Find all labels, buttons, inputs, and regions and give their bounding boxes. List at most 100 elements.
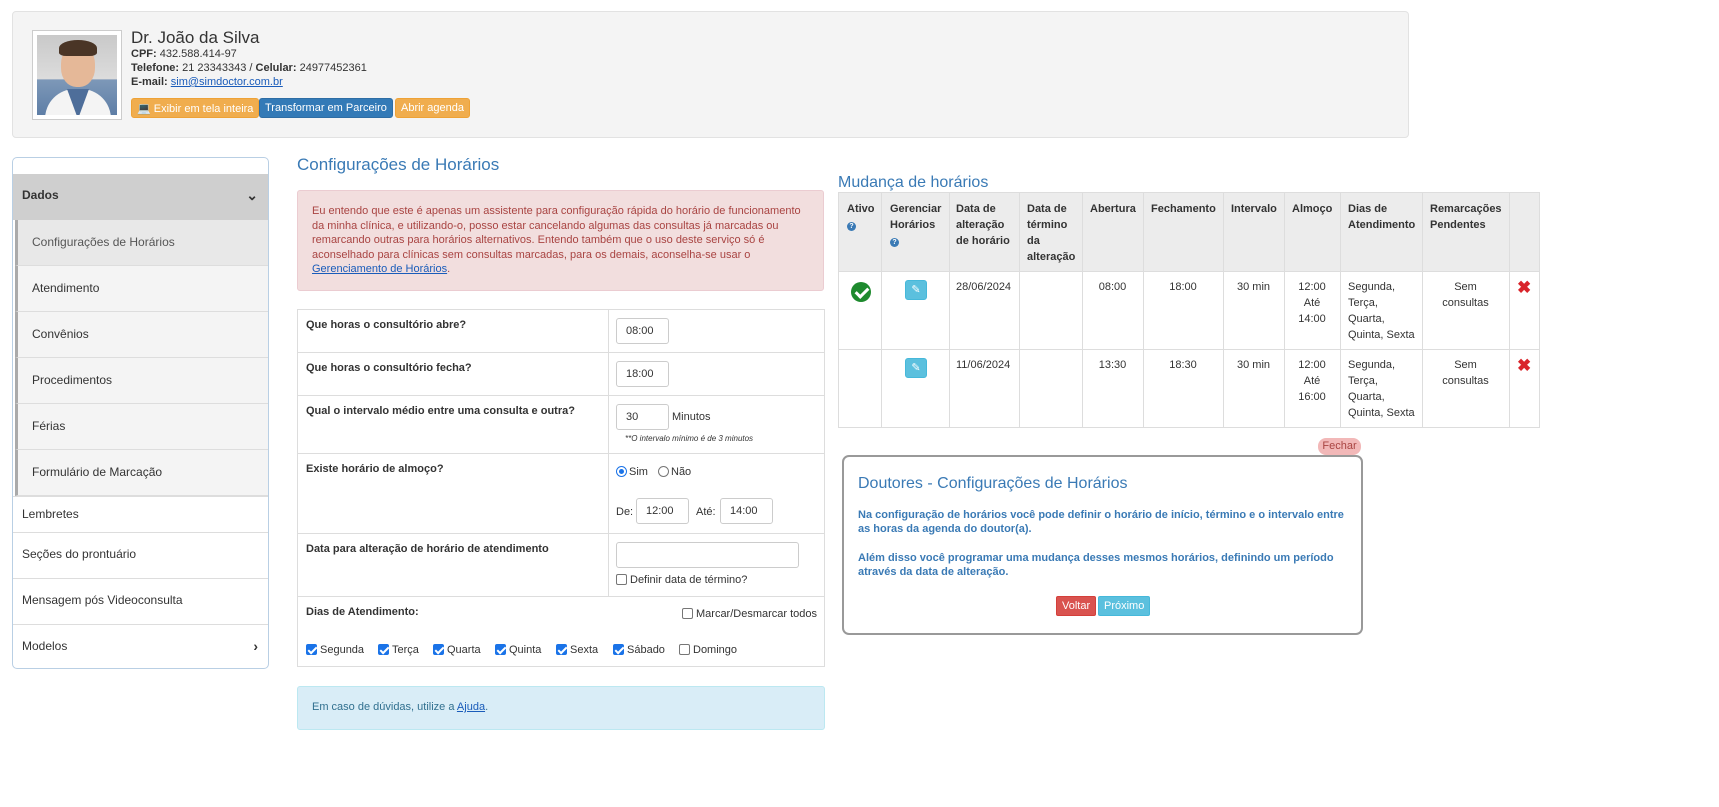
day-quarta-checkbox[interactable]: Quarta — [433, 644, 481, 656]
row-open: Que horas o consultório abre? 08:00 — [298, 310, 824, 353]
date-input[interactable] — [616, 542, 799, 568]
cell-days: Segunda, Terça, Quarta, Quinta, Sexta — [1348, 281, 1415, 341]
edit-icon: ✎ — [911, 284, 921, 296]
open-agenda-button[interactable]: Abrir agenda — [395, 98, 470, 118]
sidebar-item-configuracoes[interactable]: Configurações de Horários — [15, 220, 268, 266]
lunch-from-input[interactable]: 12:00 — [636, 498, 689, 524]
cell-interval: 30 min — [1236, 281, 1271, 293]
lunch-yes-radio[interactable]: Sim — [616, 466, 648, 478]
cell-open: 08:00 — [1098, 281, 1127, 293]
email-link[interactable]: sim@simdoctor.com.br — [171, 76, 283, 88]
cell-close: 18:30 — [1169, 359, 1197, 371]
interval-input[interactable]: 30 — [616, 404, 669, 430]
th-data-alteracao: Data de alteração de horário — [956, 203, 1010, 247]
sidebar-item-formulario[interactable]: Formulário de Marcação — [15, 450, 268, 496]
lunch-to-label: Até: — [696, 506, 716, 518]
cpf-line: CPF: 432.588.414-97 — [131, 48, 237, 60]
toggle-all-checkbox[interactable]: Marcar/Desmarcar todos — [682, 608, 817, 620]
sidebar: Dados ⌄ Configurações de Horários Atendim… — [12, 157, 269, 669]
sidebar-dados[interactable]: Dados ⌄ — [13, 174, 268, 220]
edit-button[interactable]: ✎ — [905, 358, 927, 378]
day-quinta-checkbox[interactable]: Quinta — [495, 644, 541, 656]
lunch-no-radio[interactable]: Não — [658, 466, 691, 478]
doctor-header: Dr. João da Silva CPF: 432.588.414-97 Te… — [12, 11, 1409, 138]
tour-text-2: Além disso você programar uma mudança de… — [858, 552, 1334, 578]
close-time-input[interactable]: 18:00 — [616, 361, 669, 387]
phone-line: Telefone: 21 23343343 / Celular: 2497745… — [131, 62, 367, 74]
th-remarcacoes: Remarcações Pendentes — [1430, 203, 1502, 231]
day-terca-checkbox[interactable]: Terça — [378, 644, 419, 656]
chevron-right-icon: › — [253, 638, 258, 654]
fullscreen-button[interactable]: 💻 Exibir em tela inteira — [131, 98, 260, 118]
sidebar-item-modelos[interactable]: Modelos › — [13, 624, 268, 668]
doctor-avatar — [32, 30, 122, 120]
cell-date: 11/06/2024 — [956, 359, 1011, 371]
table-row: ✎ 11/06/2024 13:30 18:30 30 min 12:00 Até… — [839, 350, 1539, 428]
end-date-checkbox[interactable]: Definir data de término? — [616, 574, 747, 586]
row-days: Dias de Atendimento: Marcar/Desmarcar to… — [298, 597, 824, 667]
help-icon[interactable]: ? — [847, 222, 856, 231]
th-ativo: Ativo? — [847, 203, 875, 231]
warning-alert: Eu entendo que este é apenas um assisten… — [297, 190, 824, 291]
laptop-icon: 💻 — [137, 103, 151, 115]
lunch-to-input[interactable]: 14:00 — [720, 498, 773, 524]
th-gerenciar: Gerenciar Horários? — [890, 203, 942, 247]
tour-text-1: Na configuração de horários você pode de… — [858, 509, 1344, 535]
cell-date: 28/06/2024 — [956, 281, 1012, 293]
page-title: Configurações de Horários — [297, 155, 500, 174]
gerenciamento-link[interactable]: Gerenciamento de Horários — [312, 263, 447, 275]
config-form: Que horas o consultório abre? 08:00 Que … — [297, 309, 825, 667]
day-domingo-checkbox[interactable]: Domingo — [679, 644, 737, 656]
help-icon[interactable]: ? — [890, 238, 899, 247]
row-lunch: Existe horário de almoço? Sim Não De: 12… — [298, 454, 824, 534]
table-header: Ativo? Gerenciar Horários? Data de alteraç… — [839, 193, 1539, 272]
day-sabado-checkbox[interactable]: Sábado — [613, 644, 665, 656]
cell-pending: Sem consultas — [1442, 359, 1489, 387]
sidebar-item-mensagem[interactable]: Mensagem pós Videoconsulta — [13, 578, 268, 624]
edit-icon: ✎ — [911, 362, 921, 374]
open-label: Que horas o consultório abre? — [306, 319, 467, 331]
sidebar-item-ferias[interactable]: Férias — [15, 404, 268, 450]
date-label: Data para alteração de horário de atendi… — [306, 543, 549, 555]
row-close: Que horas o consultório fecha? 18:00 — [298, 353, 824, 396]
active-check-icon — [851, 282, 871, 302]
tour-popover: Doutores - Configurações de Horários Na … — [842, 455, 1363, 635]
day-segunda-checkbox[interactable]: Segunda — [306, 644, 364, 656]
day-sexta-checkbox[interactable]: Sexta — [556, 644, 598, 656]
tour-next-button[interactable]: Próximo — [1098, 596, 1151, 616]
sidebar-item-atendimento[interactable]: Atendimento — [15, 266, 268, 312]
th-almoco: Almoço — [1292, 203, 1333, 215]
tour-title: Doutores - Configurações de Horários — [858, 475, 1128, 492]
row-date: Data para alteração de horário de atendi… — [298, 534, 824, 597]
close-label: Que horas o consultório fecha? — [306, 362, 472, 374]
delete-icon[interactable]: ✖ — [1517, 357, 1531, 374]
sidebar-item-procedimentos[interactable]: Procedimentos — [15, 358, 268, 404]
th-dias: Dias de Atendimento — [1348, 203, 1416, 231]
delete-icon[interactable]: ✖ — [1517, 279, 1531, 296]
sidebar-item-secoes[interactable]: Seções do prontuário — [13, 532, 268, 578]
help-alert: Em caso de dúvidas, utilize a Ajuda. — [297, 686, 825, 730]
th-data-termino: Data de término da alteração — [1027, 203, 1076, 263]
days-label: Dias de Atendimento: — [306, 606, 419, 618]
cell-days: Segunda, Terça, Quarta, Quinta, Sexta — [1348, 359, 1415, 419]
chevron-down-icon: ⌄ — [246, 187, 258, 203]
cell-lunch: 12:00 Até 14:00 — [1298, 281, 1326, 325]
edit-button[interactable]: ✎ — [905, 280, 927, 300]
email-line: E-mail: sim@simdoctor.com.br — [131, 76, 283, 88]
lunch-from-label: De: — [616, 506, 634, 518]
interval-unit: Minutos — [672, 411, 711, 423]
cell-lunch: 12:00 Até 16:00 — [1298, 359, 1326, 403]
sidebar-item-convenios[interactable]: Convênios — [15, 312, 268, 358]
changes-title: Mudança de horários — [838, 174, 989, 191]
row-interval: Qual o intervalo médio entre uma consult… — [298, 396, 824, 454]
changes-table: Ativo? Gerenciar Horários? Data de alteraç… — [838, 192, 1540, 428]
cell-open: 13:30 — [1098, 359, 1127, 371]
tour-back-button[interactable]: Voltar — [1056, 596, 1097, 616]
interval-note: **O intervalo mínimo é de 3 minutos — [625, 434, 754, 443]
help-link[interactable]: Ajuda — [457, 701, 485, 713]
partner-button[interactable]: Transformar em Parceiro — [259, 98, 393, 118]
table-row: ✎ 28/06/2024 08:00 18:00 30 min 12:00 Até… — [839, 272, 1539, 350]
tour-close-button[interactable]: Fechar — [1318, 438, 1361, 455]
open-time-input[interactable]: 08:00 — [616, 318, 669, 344]
interval-label: Qual o intervalo médio entre uma consult… — [306, 405, 575, 417]
